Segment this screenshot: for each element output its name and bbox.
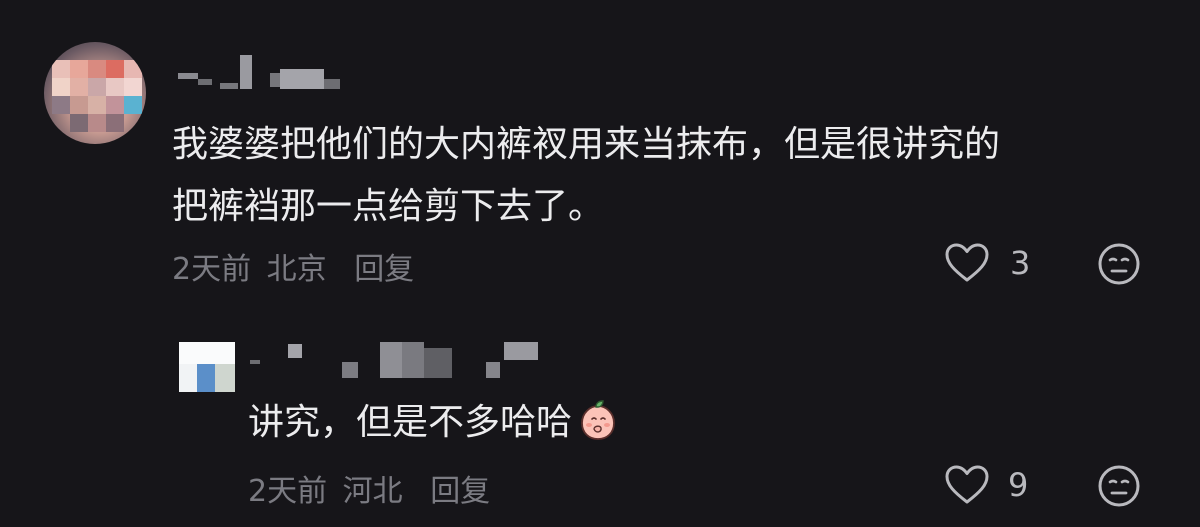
comment-time: 2天前 [172,252,252,287]
avatar-pixel [179,342,235,364]
meh-face-icon[interactable] [1097,464,1141,508]
avatar-pixel [106,114,124,132]
comment-text-line2: 把裤裆那一点给剪下去了。 [172,186,605,227]
avatar-pixel [124,96,142,114]
meh-face-icon[interactable] [1097,242,1141,286]
avatar-pixel [106,78,124,96]
avatar-pixel [88,96,106,114]
comment-text-line1: 我婆婆把他们的大内裤衩用来当抹布，但是很讲究的 [172,124,1001,165]
reply-location: 河北 [342,474,403,509]
avatar-pixel [215,364,235,392]
avatar-pixel [70,114,88,132]
avatar-pixel [52,60,70,78]
peach-emoji [581,400,615,440]
avatar-pixel [88,60,106,78]
username-blurred[interactable] [178,55,348,95]
avatar-pixel [88,78,106,96]
avatar-pixel [52,96,70,114]
reply-button[interactable]: 回复 [354,252,414,287]
reply-meta: 2天前 河北 回复 [248,466,496,510]
like-count: 3 [1010,244,1031,282]
reply-text-content: 讲究，但是不多哈哈 [248,402,573,443]
comment-meta: 2天前 北京 回复 [172,244,420,288]
avatar[interactable] [44,42,146,144]
like-count: 9 [1008,466,1029,504]
avatar-pixel [70,60,88,78]
avatar-pixel [179,364,197,392]
reply-time: 2天前 [248,474,328,509]
avatar-pixel [124,78,142,96]
heart-outline-icon[interactable] [944,242,990,284]
reply-button[interactable]: 回复 [430,474,490,509]
avatar-pixel [124,60,142,78]
avatar-pixel [106,96,124,114]
avatar-pixel [197,364,215,392]
avatar-pixel [70,96,88,114]
username-blurred[interactable] [250,340,550,380]
avatar-pixel [88,114,106,132]
avatar-pixel [52,78,70,96]
reply-text: 讲究，但是不多哈哈 [248,392,620,454]
avatar-pixel [70,78,88,96]
comment-location: 北京 [266,252,327,287]
avatar-pixel [106,60,124,78]
heart-outline-icon[interactable] [944,464,990,506]
avatar[interactable] [179,342,235,392]
